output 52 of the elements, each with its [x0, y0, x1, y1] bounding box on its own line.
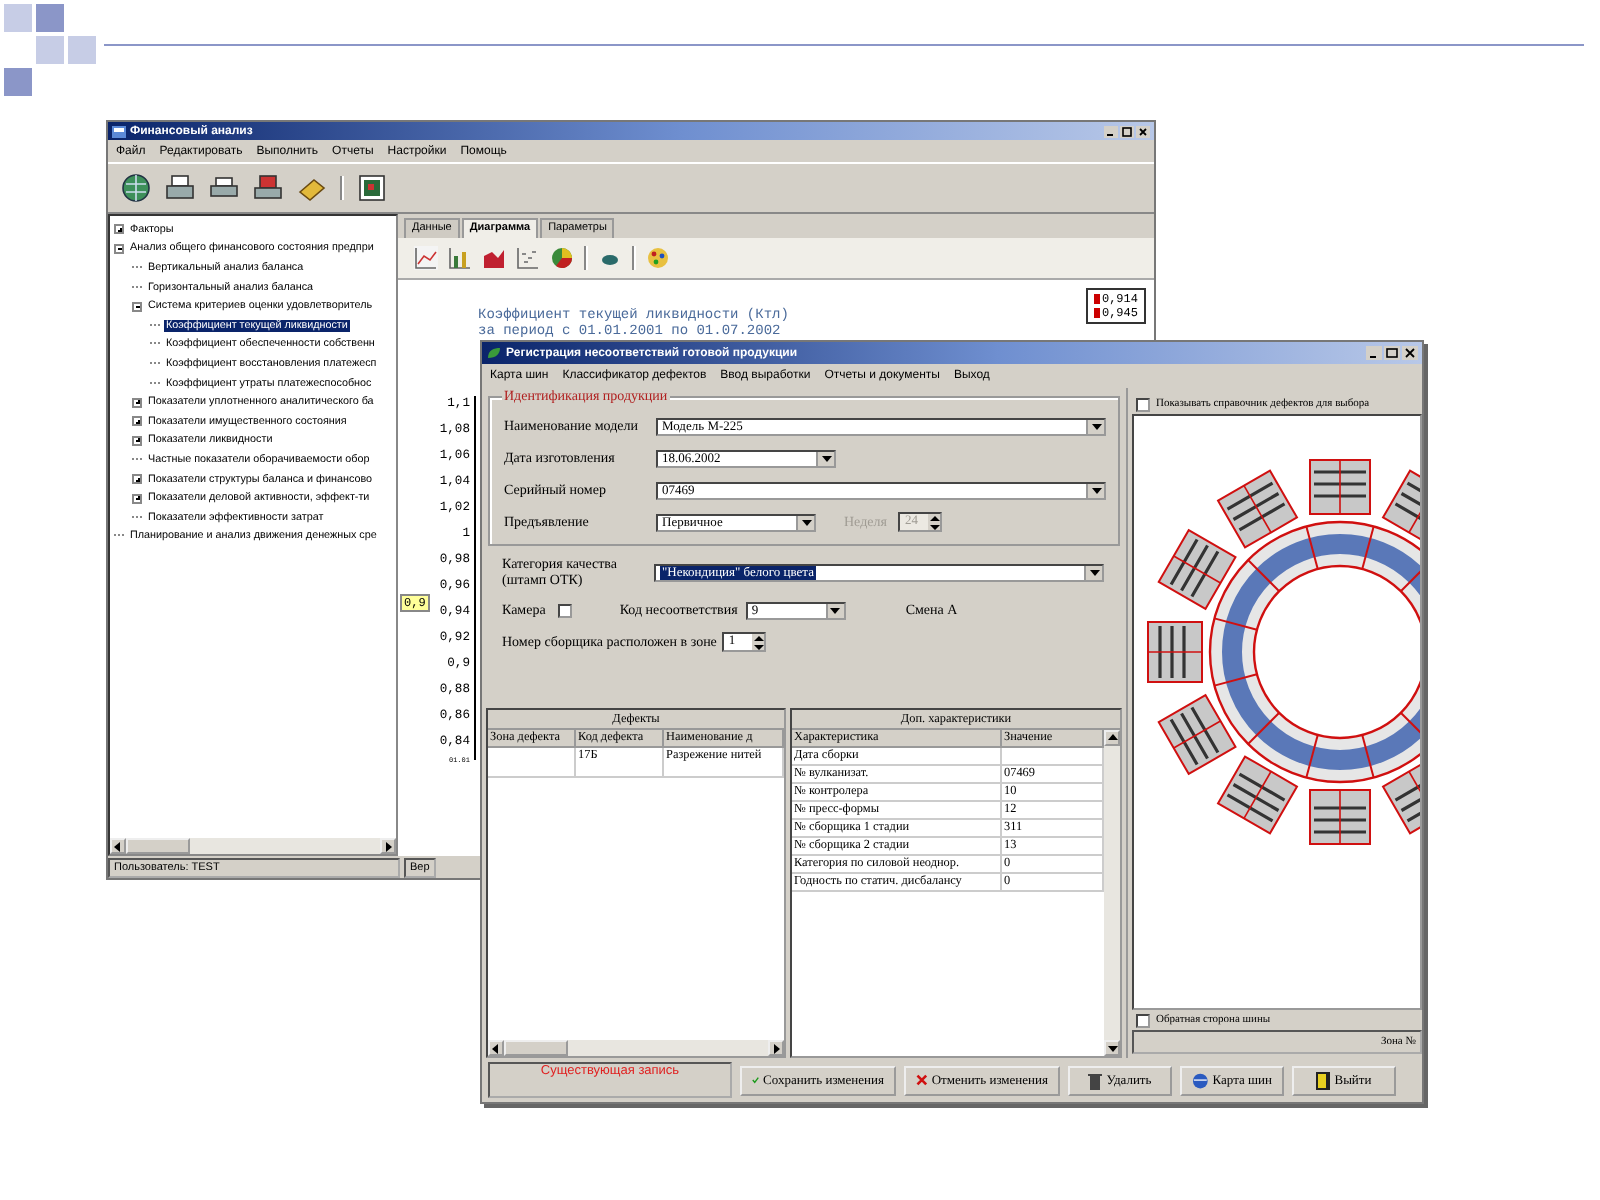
horizontal-scrollbar[interactable] [488, 1040, 784, 1056]
scroll-left-icon[interactable] [492, 1043, 500, 1053]
expand-toggle[interactable] [132, 493, 142, 504]
checkmark-icon [752, 1072, 760, 1088]
scroll-down-icon[interactable] [1107, 1044, 1117, 1052]
pie-chart-icon[interactable] [550, 246, 574, 270]
scroll-left-icon[interactable] [114, 841, 122, 851]
dropdown-arrow-icon[interactable] [1086, 419, 1104, 433]
dropdown-arrow-icon[interactable] [825, 603, 844, 617]
globe-icon [1192, 1071, 1209, 1089]
checkbox[interactable] [1136, 397, 1150, 411]
expand-toggle[interactable] [132, 435, 142, 446]
printer-icon[interactable] [164, 172, 196, 204]
expand-toggle[interactable] [114, 224, 124, 235]
bar-chart-icon[interactable] [448, 246, 472, 270]
scroll-up-icon[interactable] [1107, 734, 1117, 742]
expand-toggle[interactable] [132, 301, 142, 312]
spin-arrows-icon[interactable] [928, 514, 941, 530]
expand-toggle[interactable] [114, 243, 124, 254]
globe-icon[interactable] [120, 172, 152, 204]
palette-icon[interactable] [646, 246, 670, 270]
spin-arrows-icon[interactable] [752, 634, 765, 650]
trash-icon [1088, 1071, 1103, 1089]
dropdown-arrow-icon[interactable] [1084, 565, 1102, 579]
area-chart-icon[interactable] [482, 246, 506, 270]
dropdown-arrow-icon[interactable] [816, 451, 834, 465]
expand-toggle[interactable] [132, 474, 142, 485]
door-icon [1316, 1071, 1331, 1089]
cross-icon [916, 1072, 928, 1088]
minimize-icon[interactable] [1366, 346, 1382, 360]
line-chart-icon[interactable] [414, 246, 438, 270]
dropdown-arrow-icon[interactable] [1086, 483, 1104, 497]
checkbox[interactable] [557, 603, 572, 617]
empty-cell [488, 748, 576, 778]
expand-toggle[interactable] [132, 416, 142, 427]
scatter-chart-icon[interactable] [516, 246, 540, 270]
minimize-icon[interactable] [1104, 125, 1118, 137]
expand-toggle[interactable] [132, 397, 142, 408]
printer-icon[interactable] [252, 172, 284, 204]
horizontal-scrollbar[interactable] [110, 838, 396, 854]
picture-icon[interactable] [356, 172, 388, 204]
scroll-right-icon[interactable] [384, 841, 392, 851]
vertical-scrollbar[interactable] [1104, 730, 1120, 1056]
maximize-icon[interactable] [1384, 346, 1400, 360]
leaf-icon [486, 346, 502, 360]
close-icon[interactable] [1402, 346, 1418, 360]
maximize-icon[interactable] [1120, 125, 1134, 137]
checkbox[interactable] [1136, 1013, 1150, 1027]
close-icon[interactable] [1136, 125, 1150, 137]
dropdown-arrow-icon[interactable] [796, 515, 814, 529]
scroll-right-icon[interactable] [772, 1043, 780, 1053]
window-app-icon [112, 125, 126, 137]
